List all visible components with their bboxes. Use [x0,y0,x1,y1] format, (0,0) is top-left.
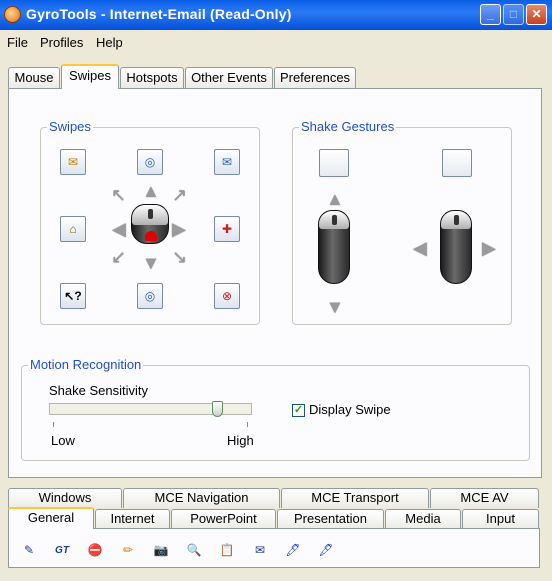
shake-sensitivity-label: Shake Sensitivity [49,383,148,398]
shake-up-arrow-icon: ▲ [326,189,344,209]
menu-help[interactable]: Help [96,35,123,50]
camera-icon[interactable]: 📷 [151,540,171,560]
shake-group-title: Shake Gestures [299,119,397,134]
arrow-left-icon: ◀ [112,219,126,239]
display-swipe-checkbox[interactable]: ✓ [292,404,305,417]
tab-input[interactable]: Input [462,509,539,529]
motion-recognition-group: Motion Recognition Shake Sensitivity Low… [21,358,530,461]
swipes-group-title: Swipes [47,119,93,134]
swipe-left-button[interactable]: ⌂ [60,216,86,242]
tab-mce-transport[interactable]: MCE Transport [281,488,429,508]
help-pointer-icon: ↖? [64,289,82,303]
gyrotools-icon[interactable]: GT [52,540,72,560]
swipe-bottom-left-button[interactable]: ↖? [60,283,86,309]
slider-high-label: High [227,433,254,448]
menu-file[interactable]: File [7,35,28,50]
email-read-icon: ✉ [67,155,79,169]
slider-low-label: Low [51,433,75,448]
globe-up-icon: ◎ [144,155,156,169]
app-icon [4,6,21,23]
favorite-add-icon: ✚ [221,222,233,236]
marker-icon[interactable]: 🖊 [283,540,303,560]
mouse-icon [131,204,169,244]
tab-media[interactable]: Media [385,509,461,529]
tab-swipes[interactable]: Swipes [61,64,119,89]
clipboard-icon[interactable]: 📋 [217,540,237,560]
swipe-bottom-right-button[interactable]: ⊗ [214,283,240,309]
shake-horizontal-mouse-icon [440,210,472,284]
motion-group-title: Motion Recognition [28,357,144,372]
display-swipe-label: Display Swipe [309,402,391,417]
general-tools-panel: ✎ GT ⛔ ✏ 📷 🔍 📋 ✉ 🖊 🖋 [8,528,540,568]
menu-bar: File Profiles Help [0,30,552,54]
shake-horizontal-button[interactable] [442,149,472,177]
tab-hotspots[interactable]: Hotspots [120,67,184,88]
swipes-group: Swipes ✉ ◎ ✉ ⌂ ✚ ↖? ◎ ⊗ ↖ ▲ ↗ ◀ ▶ ↙ ▼ ↘ [40,120,260,325]
globe-down-icon: ◎ [144,289,156,303]
arrow-up-right-icon: ↗ [172,185,188,205]
pen-tool-icon[interactable]: ✎ [19,540,39,560]
shake-vertical-mouse-icon [318,210,350,284]
tab-mce-av[interactable]: MCE AV [430,488,539,508]
shake-gestures-group: Shake Gestures ▲ ▼ ◀ ▶ [292,120,512,325]
tab-preferences[interactable]: Preferences [274,67,356,88]
swipe-right-button[interactable]: ✚ [214,216,240,242]
arrow-up-left-icon: ↖ [111,185,127,205]
pencil-icon[interactable]: ✏ [118,540,138,560]
home-icon: ⌂ [69,222,77,236]
tab-presentation[interactable]: Presentation [277,509,384,529]
slider-tick-high [247,422,248,427]
close-button[interactable]: ✕ [526,4,547,25]
menu-profiles[interactable]: Profiles [40,35,83,50]
shake-right-arrow-icon: ▶ [482,238,496,258]
tab-internet[interactable]: Internet [95,509,170,529]
shake-left-arrow-icon: ◀ [413,238,427,258]
maximize-button[interactable]: □ [503,4,524,25]
swipes-panel: Swipes ✉ ◎ ✉ ⌂ ✚ ↖? ◎ ⊗ ↖ ▲ ↗ ◀ ▶ ↙ ▼ ↘ … [8,88,542,478]
center-dot [145,231,157,241]
fountain-pen-icon[interactable]: 🖋 [316,540,336,560]
window-title: GyroTools - Internet-Email (Read-Only) [26,6,292,22]
arrow-down-left-icon: ↙ [111,247,127,267]
tab-mouse[interactable]: Mouse [8,67,60,88]
swipe-bottom-button[interactable]: ◎ [137,283,163,309]
shake-down-arrow-icon: ▼ [326,297,344,317]
tab-other-events[interactable]: Other Events [185,67,273,88]
stop-sign-icon[interactable]: ⛔ [85,540,105,560]
email-icon[interactable]: ✉ [250,540,270,560]
shake-vertical-button[interactable] [319,149,349,177]
arrow-right-icon: ▶ [172,219,186,239]
title-bar: GyroTools - Internet-Email (Read-Only) _… [0,0,552,30]
tab-general[interactable]: General [8,507,94,529]
arrow-down-icon: ▼ [142,253,160,273]
slider-tick-low [53,422,54,427]
swipe-top-button[interactable]: ◎ [137,149,163,175]
swipe-top-right-button[interactable]: ✉ [214,149,240,175]
arrow-up-icon: ▲ [142,181,160,201]
arrow-down-right-icon: ↘ [172,247,188,267]
slider-thumb[interactable] [212,401,223,417]
minimize-button[interactable]: _ [480,4,501,25]
tab-powerpoint[interactable]: PowerPoint [171,509,276,529]
magnifier-icon[interactable]: 🔍 [184,540,204,560]
swipe-top-left-button[interactable]: ✉ [60,149,86,175]
shake-sensitivity-slider[interactable] [49,401,252,417]
tab-mce-navigation[interactable]: MCE Navigation [123,488,280,508]
tab-windows[interactable]: Windows [8,488,122,508]
stop-icon: ⊗ [221,289,233,303]
envelope-icon: ✉ [221,155,233,169]
